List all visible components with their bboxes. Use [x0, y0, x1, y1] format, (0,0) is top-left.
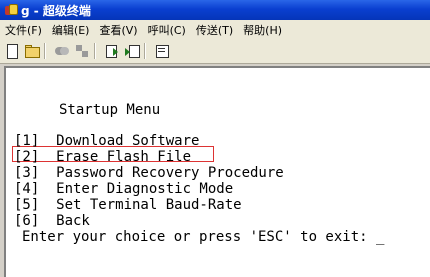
terminal-screen[interactable]: Startup Menu [1] Download Software [2] E… — [4, 66, 430, 277]
menu-edit[interactable]: 编辑(E) — [47, 22, 95, 38]
window-title: g - 超级终端 — [21, 3, 91, 18]
toolbar — [0, 39, 430, 64]
startup-menu-heading: Startup Menu — [59, 102, 161, 118]
toolbar-separator — [44, 43, 46, 59]
menu-view[interactable]: 查看(V) — [94, 22, 142, 38]
send-icon[interactable] — [104, 43, 120, 59]
hyperterminal-app-icon[interactable] — [4, 3, 18, 17]
menu-option-6: [6] Back — [14, 213, 90, 229]
properties-icon[interactable] — [154, 43, 170, 59]
menu-option-5: [5] Set Terminal Baud-Rate — [14, 197, 242, 213]
menu-option-4: [4] Enter Diagnostic Mode — [14, 181, 234, 197]
toolbar-separator — [144, 43, 146, 59]
menu-option-3: [3] Password Recovery Procedure — [14, 165, 284, 181]
connect-icon[interactable] — [54, 43, 70, 59]
title-bar: g - 超级终端 — [0, 0, 430, 20]
menu-help[interactable]: 帮助(H) — [238, 22, 287, 38]
choice-prompt: Enter your choice or press 'ESC' to exit… — [22, 229, 385, 245]
open-icon[interactable] — [24, 43, 40, 59]
menu-option-1: [1] Download Software — [14, 133, 200, 149]
disconnect-icon[interactable] — [74, 43, 90, 59]
menu-file[interactable]: 文件(F) — [0, 22, 47, 38]
menu-option-2: [2] Erase Flash File — [14, 149, 192, 165]
receive-icon[interactable] — [124, 43, 140, 59]
toolbar-separator — [94, 43, 96, 59]
new-icon[interactable] — [4, 43, 20, 59]
menu-transfer[interactable]: 传送(T) — [191, 22, 238, 38]
menu-bar: 文件(F) 编辑(E) 查看(V) 呼叫(C) 传送(T) 帮助(H) — [0, 20, 430, 39]
menu-call[interactable]: 呼叫(C) — [143, 22, 191, 38]
